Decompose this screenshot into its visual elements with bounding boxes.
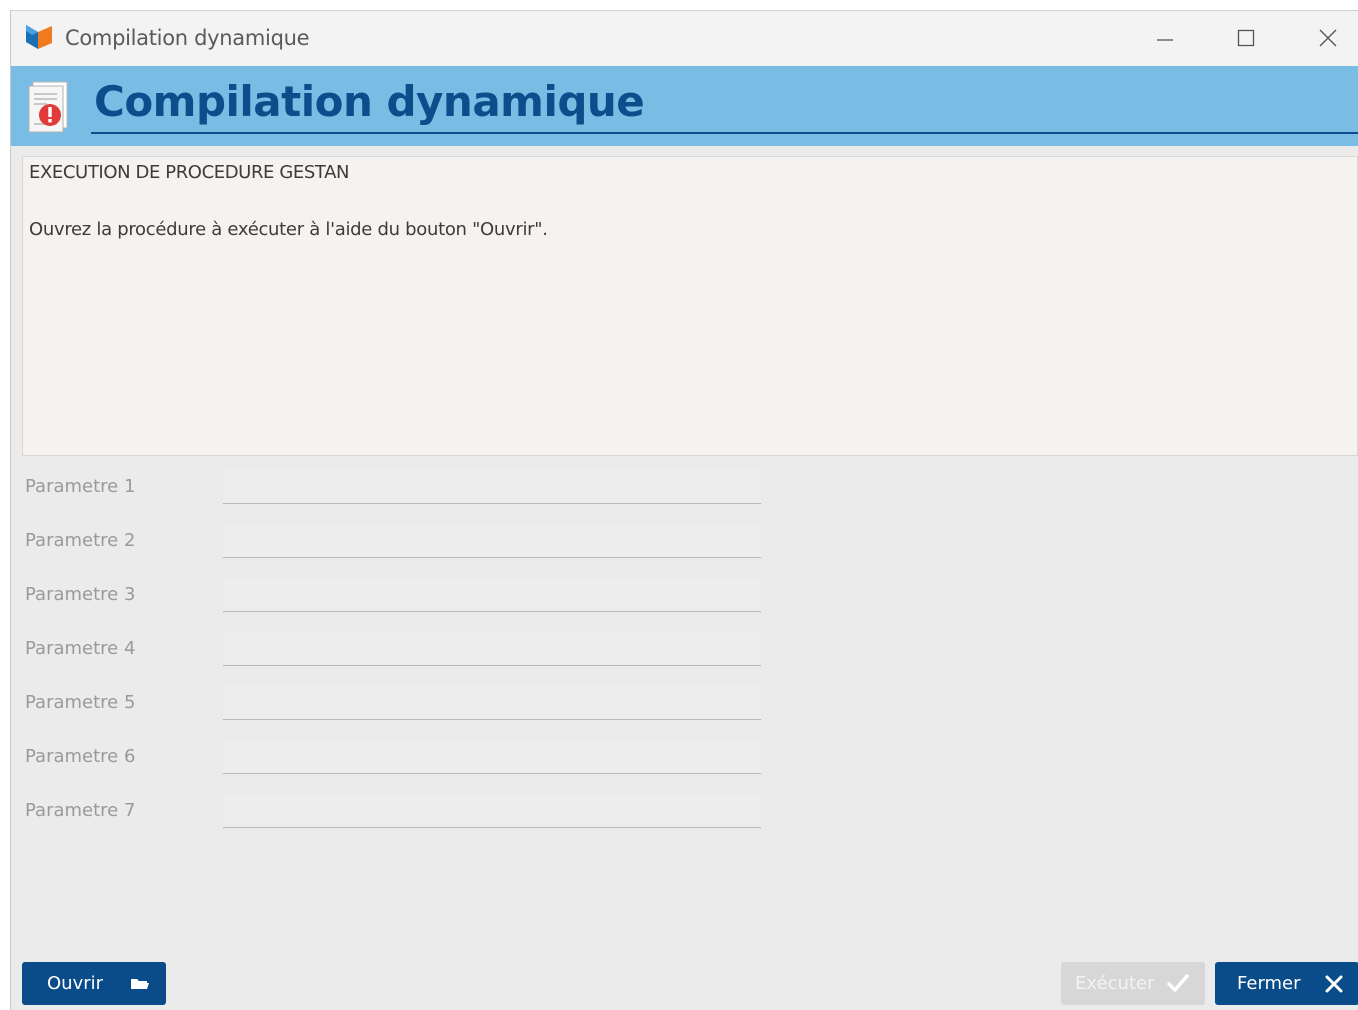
parameter-3-input[interactable] xyxy=(223,578,761,612)
document-error-icon xyxy=(28,81,68,133)
parameter-row-5: Parametre 5 xyxy=(11,686,771,722)
message-heading: EXECUTION DE PROCEDURE GESTAN xyxy=(29,162,350,183)
checkmark-icon xyxy=(1167,973,1189,993)
minimize-button[interactable] xyxy=(1142,19,1188,57)
parameter-row-2: Parametre 2 xyxy=(11,524,771,560)
parameter-1-input[interactable] xyxy=(223,470,761,504)
close-x-icon xyxy=(1325,975,1343,993)
minimize-icon xyxy=(1157,39,1173,41)
title-bar: Compilation dynamique xyxy=(11,11,1358,66)
message-panel: EXECUTION DE PROCEDURE GESTAN Ouvrez la … xyxy=(22,156,1358,456)
parameter-4-input[interactable] xyxy=(223,632,761,666)
parameter-label: Parametre 1 xyxy=(25,476,136,497)
close-window-button[interactable] xyxy=(1305,19,1351,57)
execute-button[interactable]: Exécuter xyxy=(1061,962,1205,1005)
parameter-row-6: Parametre 6 xyxy=(11,740,771,776)
open-button[interactable]: Ouvrir xyxy=(22,962,166,1005)
parameter-label: Parametre 5 xyxy=(25,692,136,713)
parameter-2-input[interactable] xyxy=(223,524,761,558)
open-button-label: Ouvrir xyxy=(47,973,104,994)
parameter-label: Parametre 7 xyxy=(25,800,136,821)
parameter-label: Parametre 3 xyxy=(25,584,136,605)
window-title: Compilation dynamique xyxy=(65,26,310,50)
parameter-label: Parametre 6 xyxy=(25,746,136,767)
close-button[interactable]: Fermer xyxy=(1215,962,1358,1005)
parameter-label: Parametre 4 xyxy=(25,638,136,659)
parameter-6-input[interactable] xyxy=(223,740,761,774)
dialog-window: Compilation dynamique Compilation dynami… xyxy=(10,10,1358,1010)
parameter-row-3: Parametre 3 xyxy=(11,578,771,614)
header-banner: Compilation dynamique xyxy=(11,66,1358,146)
folder-open-icon xyxy=(130,975,150,991)
parameter-row-7: Parametre 7 xyxy=(11,794,771,830)
parameter-label: Parametre 2 xyxy=(25,530,136,551)
page-title: Compilation dynamique xyxy=(94,77,645,126)
close-icon xyxy=(1319,29,1337,47)
close-button-label: Fermer xyxy=(1237,973,1301,994)
parameter-5-input[interactable] xyxy=(223,686,761,720)
execute-button-label: Exécuter xyxy=(1075,973,1155,994)
app-logo-icon xyxy=(26,25,52,49)
parameter-7-input[interactable] xyxy=(223,794,761,828)
parameter-row-4: Parametre 4 xyxy=(11,632,771,668)
maximize-button[interactable] xyxy=(1223,19,1269,57)
parameter-row-1: Parametre 1 xyxy=(11,470,771,506)
header-underline xyxy=(91,132,1358,134)
message-instruction: Ouvrez la procédure à exécuter à l'aide … xyxy=(29,219,548,240)
maximize-icon xyxy=(1237,29,1255,47)
